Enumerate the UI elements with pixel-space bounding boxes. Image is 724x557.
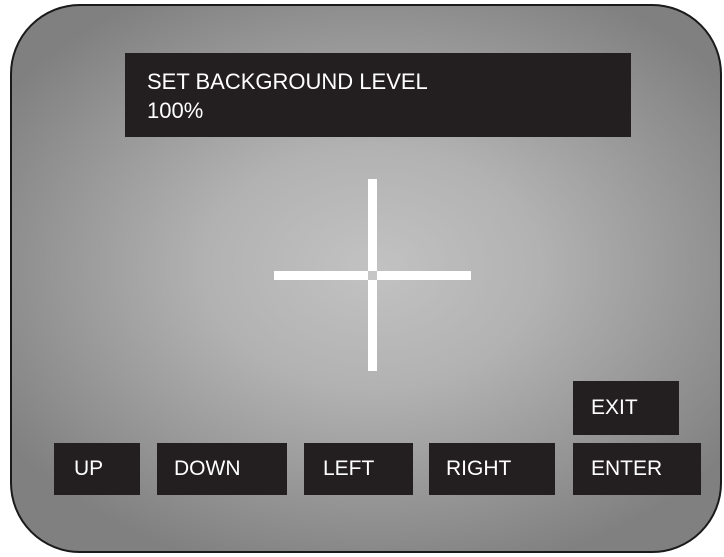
right-button[interactable]: RIGHT [429,443,555,495]
up-button[interactable]: UP [54,443,140,495]
title-panel: SET BACKGROUND LEVEL 100% [125,53,631,137]
down-button[interactable]: DOWN [157,443,287,495]
crosshair-icon [274,179,471,371]
exit-button[interactable]: EXIT [573,381,679,435]
screen-title: SET BACKGROUND LEVEL [147,69,428,94]
background-level-value: 100% [147,98,204,123]
crosshair-center [368,271,377,280]
enter-button[interactable]: ENTER [573,443,701,495]
display-screen: SET BACKGROUND LEVEL 100% EXIT UP DOWN L… [10,4,722,553]
left-button[interactable]: LEFT [304,443,413,495]
